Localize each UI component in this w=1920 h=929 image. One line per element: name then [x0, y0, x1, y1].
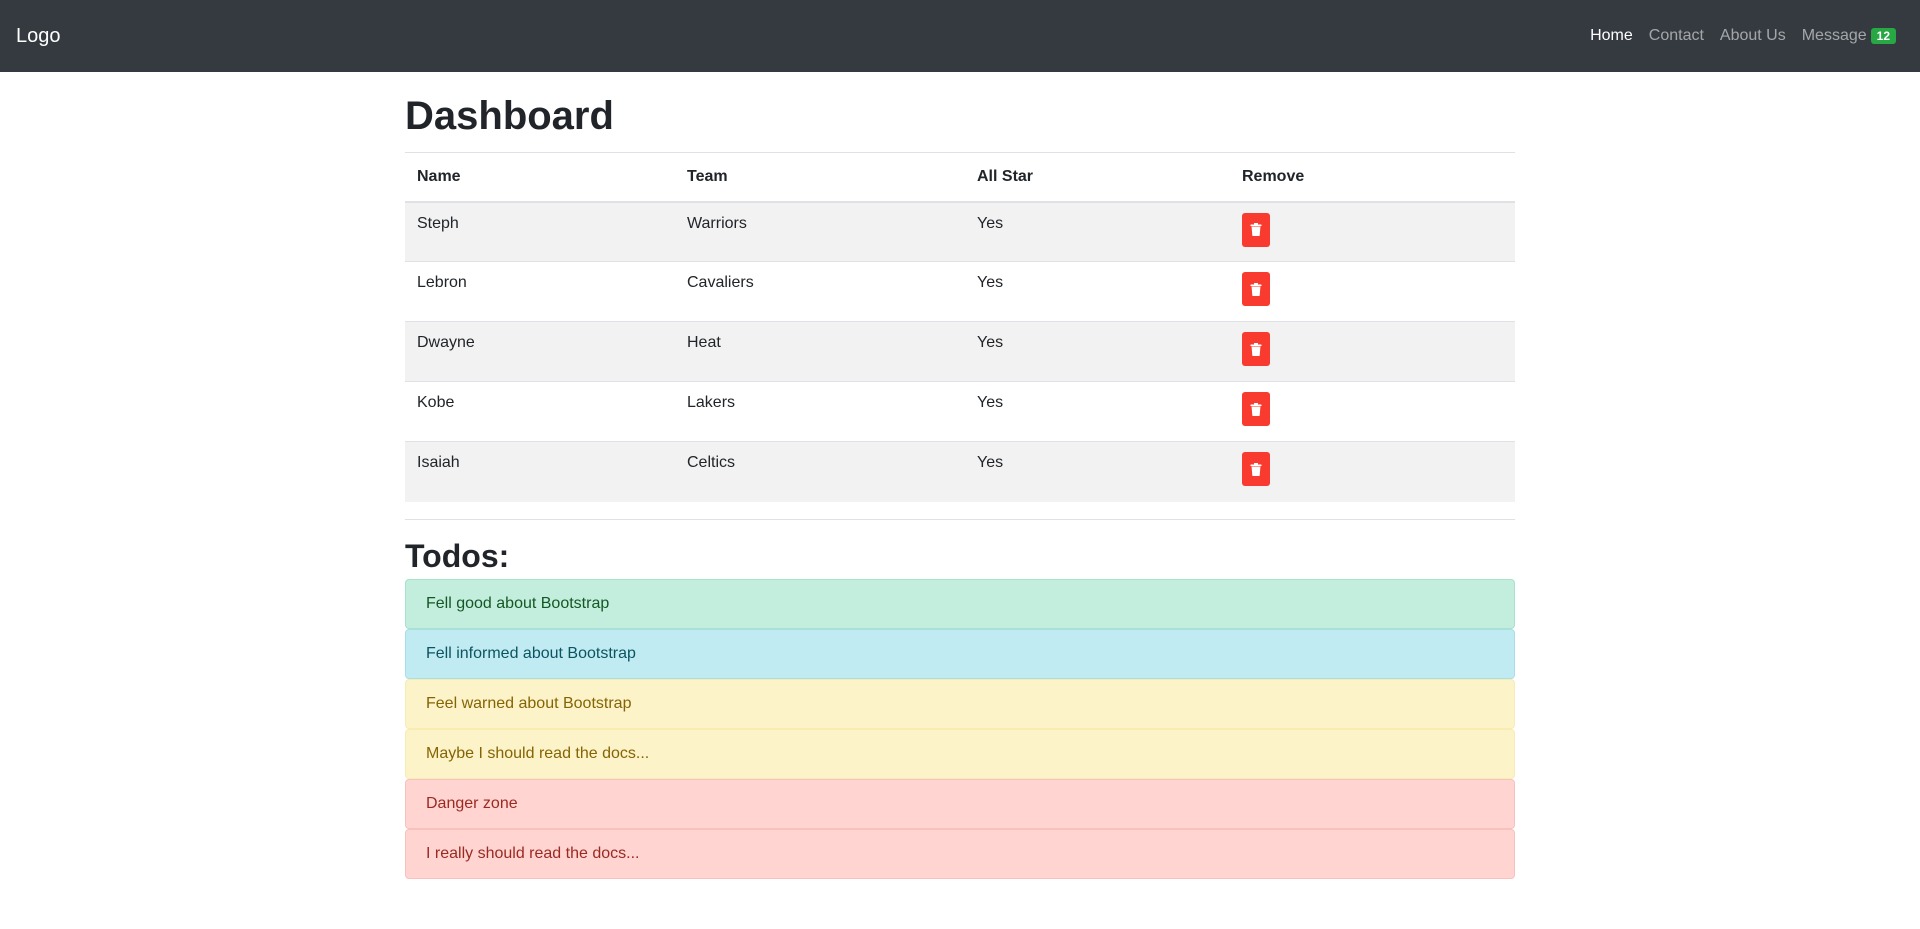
page-title: Dashboard — [405, 94, 614, 138]
main-container: Dashboard Name Team All Star Remove Step… — [405, 72, 1515, 879]
remove-button[interactable] — [1242, 272, 1270, 306]
table-row: Steph Warriors Yes — [405, 201, 1515, 262]
players-table: Name Team All Star Remove Steph Warriors… — [405, 152, 1515, 502]
table-row: Lebron Cavaliers Yes — [405, 261, 1515, 322]
todo-alert-warning: Maybe I should read the docs... — [405, 728, 1515, 779]
cell-name: Lebron — [405, 261, 675, 322]
trash-icon — [1250, 223, 1262, 236]
cell-all-star: Yes — [965, 321, 1230, 382]
cell-name: Dwayne — [405, 321, 675, 382]
cell-remove — [1230, 321, 1515, 382]
todos-title: Todos: — [405, 537, 510, 574]
navbar: Logo Home Contact About Us Message 12 — [0, 0, 1920, 72]
cell-team: Celtics — [675, 441, 965, 502]
brand-logo[interactable]: Logo — [16, 25, 61, 48]
trash-icon — [1250, 342, 1262, 356]
message-count-badge: 12 — [1870, 28, 1896, 44]
trash-icon — [1250, 462, 1262, 476]
section-divider — [405, 518, 1515, 520]
nav-contact[interactable]: Contact — [1641, 19, 1712, 53]
nav-message[interactable]: Message 12 — [1794, 19, 1904, 53]
cell-name: Isaiah — [405, 441, 675, 502]
table-row: Kobe Lakers Yes — [405, 381, 1515, 442]
column-header-name: Name — [405, 152, 675, 203]
todos-list: Fell good about Bootstrap Fell informed … — [405, 578, 1515, 879]
cell-remove — [1230, 261, 1515, 322]
cell-all-star: Yes — [965, 381, 1230, 442]
cell-team: Cavaliers — [675, 261, 965, 322]
cell-team: Warriors — [675, 201, 965, 262]
cell-name: Steph — [405, 201, 675, 262]
todo-alert-success: Fell good about Bootstrap — [405, 578, 1515, 629]
remove-button[interactable] — [1242, 392, 1270, 426]
todo-alert-danger: I really should read the docs... — [405, 828, 1515, 879]
remove-button[interactable] — [1242, 212, 1270, 247]
remove-button[interactable] — [1242, 452, 1270, 486]
cell-name: Kobe — [405, 381, 675, 442]
trash-icon — [1250, 282, 1262, 296]
column-header-all-star: All Star — [965, 152, 1230, 203]
nav-about-us[interactable]: About Us — [1712, 19, 1794, 53]
todo-alert-warning: Feel warned about Bootstrap — [405, 678, 1515, 729]
table-row: Dwayne Heat Yes — [405, 321, 1515, 382]
cell-remove — [1230, 381, 1515, 442]
todo-alert-info: Fell informed about Bootstrap — [405, 628, 1515, 679]
column-header-team: Team — [675, 152, 965, 203]
cell-remove — [1230, 201, 1515, 262]
cell-all-star: Yes — [965, 441, 1230, 502]
table-header-row: Name Team All Star Remove — [405, 152, 1515, 203]
trash-icon — [1250, 402, 1262, 416]
nav-home[interactable]: Home — [1582, 19, 1641, 53]
nav-links: Home Contact About Us Message 12 — [1582, 19, 1904, 53]
cell-all-star: Yes — [965, 201, 1230, 262]
todo-alert-danger: Danger zone — [405, 778, 1515, 829]
nav-message-label: Message — [1801, 27, 1867, 44]
remove-button[interactable] — [1242, 332, 1270, 366]
cell-all-star: Yes — [965, 261, 1230, 322]
cell-remove — [1230, 441, 1515, 502]
cell-team: Lakers — [675, 381, 965, 442]
table-row: Isaiah Celtics Yes — [405, 441, 1515, 502]
column-header-remove: Remove — [1230, 152, 1515, 203]
cell-team: Heat — [675, 321, 965, 382]
